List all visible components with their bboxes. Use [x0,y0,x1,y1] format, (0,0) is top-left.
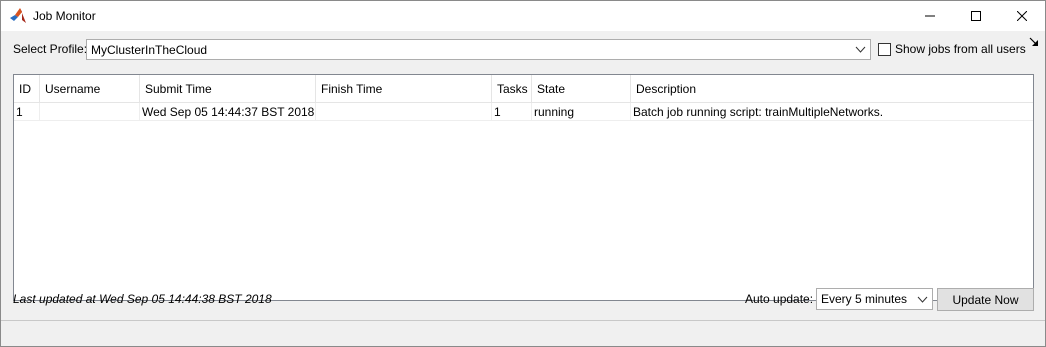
column-header-submit-time[interactable]: Submit Time [140,75,316,102]
auto-update-label: Auto update: [745,292,814,306]
cell-id: 1 [14,103,40,120]
window-controls [907,1,1045,31]
close-button[interactable] [999,1,1045,31]
job-monitor-window: Job Monitor Select Profile: MyClusterInT… [0,0,1046,347]
matlab-logo-icon [10,8,26,23]
close-icon [1017,11,1027,21]
column-header-tasks[interactable]: Tasks [492,75,532,102]
update-now-button[interactable]: Update Now [937,288,1034,311]
title-bar[interactable]: Job Monitor [1,1,1045,31]
profile-label: Select Profile: [13,42,88,56]
maximize-button[interactable] [953,1,999,31]
profile-dropdown[interactable]: MyClusterInTheCloud [86,39,871,60]
minimize-button[interactable] [907,1,953,31]
window-title: Job Monitor [33,9,96,23]
table-header: ID Username Submit Time Finish Time Task… [14,75,1033,103]
cell-tasks: 1 [492,103,532,120]
column-header-state[interactable]: State [532,75,631,102]
cell-description: Batch job running script: trainMultipleN… [633,104,884,119]
jobs-table: ID Username Submit Time Finish Time Task… [13,74,1034,301]
show-all-users-option[interactable]: Show jobs from all users [878,42,1026,56]
show-all-users-checkbox[interactable] [878,42,891,56]
column-header-id[interactable]: ID [14,75,40,102]
chevron-down-icon [855,46,866,53]
last-updated-text: Last updated at Wed Sep 05 14:44:38 BST … [13,292,272,306]
auto-update-value: Every 5 minutes [821,292,908,306]
chevron-down-icon [917,296,928,303]
auto-update-dropdown[interactable]: Every 5 minutes [816,288,933,310]
minimize-icon [925,15,935,17]
main-content: Select Profile: MyClusterInTheCloud Show… [1,31,1045,320]
maximize-icon [971,11,981,21]
cell-state: running [532,103,631,120]
column-header-username[interactable]: Username [40,75,140,102]
cell-finish-time [316,103,492,120]
cell-submit-time: Wed Sep 05 14:44:37 BST 2018 [142,103,316,120]
column-header-finish-time[interactable]: Finish Time [316,75,492,102]
column-header-description[interactable]: Description [631,75,1033,102]
cell-username [40,103,140,120]
expand-arrow-icon[interactable] [1029,37,1039,47]
table-row[interactable]: 1 Wed Sep 05 14:44:37 BST 2018 1 running… [14,103,1033,121]
show-all-users-label: Show jobs from all users [895,42,1026,56]
status-bar [1,320,1045,346]
profile-selected-value: MyClusterInTheCloud [91,42,208,57]
